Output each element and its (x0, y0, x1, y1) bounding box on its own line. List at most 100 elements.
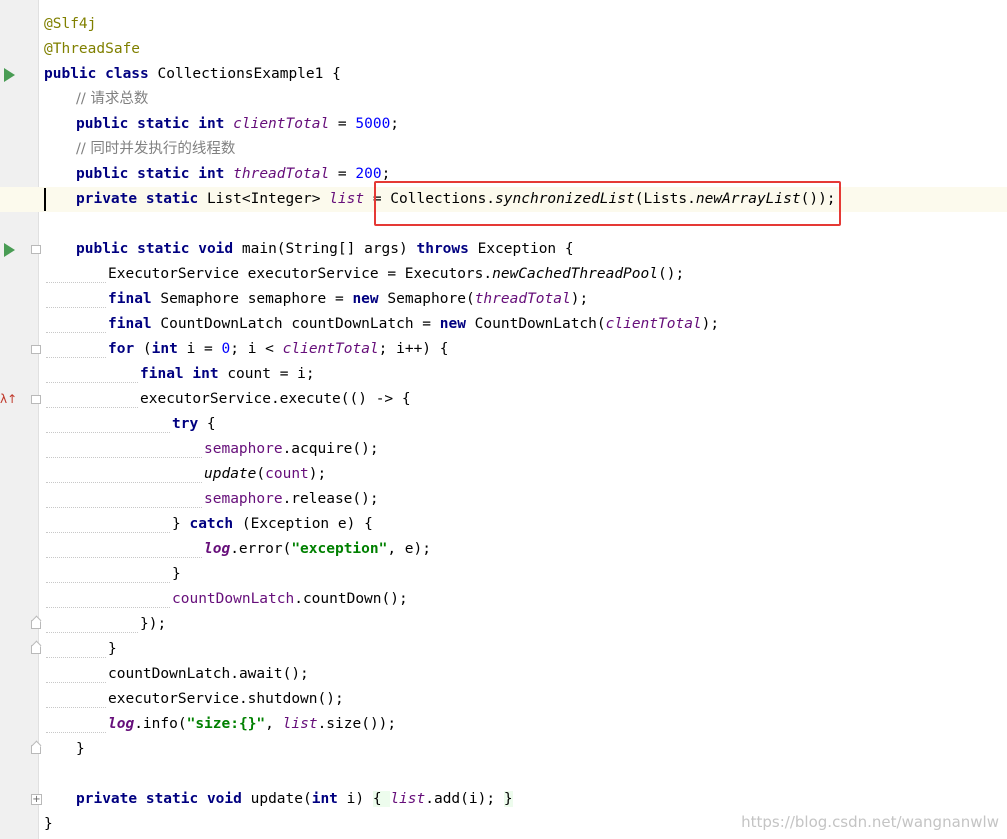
code-token: 0 (221, 341, 231, 357)
code-text: final int count = i; (140, 362, 315, 387)
code-token: // 同时并发执行的线程数 (76, 141, 236, 157)
code-line[interactable]: final Semaphore semaphore = new Semaphor… (0, 287, 1007, 312)
code-line[interactable]: log.info("size:{}", list.size()); (0, 712, 1007, 737)
code-token: private static void (76, 791, 251, 807)
code-text: @Slf4j (44, 12, 96, 37)
code-token: ExecutorService executorService = Execut… (108, 266, 493, 282)
code-line[interactable]: for (int i = 0; i < clientTotal; i++) { (0, 337, 1007, 362)
run-icon[interactable] (4, 243, 15, 257)
code-text: try { (172, 412, 216, 437)
code-text: log.error("exception", e); (204, 537, 431, 562)
code-text: for (int i = 0; i < clientTotal; i++) { (108, 337, 449, 362)
fold-end-icon[interactable] (31, 620, 41, 629)
code-line[interactable]: @Slf4j (0, 12, 1007, 37)
code-token: ); (701, 316, 720, 332)
code-line[interactable]: + private static void update(int i) { lis… (0, 787, 1007, 812)
code-token: final (108, 316, 161, 332)
fold-collapse-icon[interactable] (31, 345, 41, 354)
code-token: final int (140, 366, 228, 382)
code-token: = (329, 166, 356, 182)
run-icon[interactable] (4, 68, 15, 82)
code-token: main(String[] args) (241, 241, 417, 257)
indent-guide (46, 657, 106, 658)
code-token: public static int (76, 166, 234, 182)
code-line[interactable]: } catch (Exception e) { (0, 512, 1007, 537)
code-token: , e); (387, 541, 431, 557)
watermark: https://blog.csdn.net/wangnanwlw (741, 813, 999, 831)
code-line[interactable]: semaphore.acquire(); (0, 437, 1007, 462)
code-text: private static void update(int i) { list… (76, 787, 513, 812)
indent-guide (46, 632, 138, 633)
code-line[interactable]: executorService.shutdown(); (0, 687, 1007, 712)
code-text: } (172, 562, 181, 587)
fold-end-icon[interactable] (31, 645, 41, 654)
code-line[interactable]: update(count); (0, 462, 1007, 487)
code-token: CollectionsExample1 { (157, 66, 341, 82)
code-token: newCachedThreadPool (492, 266, 658, 282)
code-line[interactable]: } (0, 737, 1007, 762)
code-token: { (206, 416, 216, 432)
code-line[interactable]: log.error("exception", e); (0, 537, 1007, 562)
text-caret (44, 188, 46, 211)
code-line[interactable]: @ThreadSafe (0, 37, 1007, 62)
code-line[interactable]: semaphore.release(); (0, 487, 1007, 512)
code-token: } (108, 641, 117, 657)
indent-guide (46, 457, 202, 458)
code-text: } (44, 812, 53, 837)
code-line[interactable]: λ↑ executorService.execute(() -> { (0, 387, 1007, 412)
code-line[interactable] (0, 762, 1007, 787)
code-token: public static int (76, 116, 234, 132)
code-text: executorService.shutdown(); (108, 687, 344, 712)
code-token: threadTotal (474, 291, 571, 307)
code-token: count = i; (227, 366, 315, 382)
code-token: .info( (134, 716, 187, 732)
lambda-override-icon[interactable]: λ↑ (0, 391, 17, 407)
code-token: @ThreadSafe (44, 41, 141, 57)
code-token: log (108, 716, 135, 732)
code-token: clientTotal (233, 116, 330, 132)
fold-collapse-icon[interactable] (31, 245, 41, 254)
code-token: } (172, 566, 181, 582)
code-line[interactable]: countDownLatch.countDown(); (0, 587, 1007, 612)
code-token: i) (346, 791, 373, 807)
code-line[interactable]: public class CollectionsExample1 { (0, 62, 1007, 87)
code-token: public static void (76, 241, 242, 257)
code-token: clientTotal (605, 316, 702, 332)
code-line[interactable]: } (0, 562, 1007, 587)
code-token: countDownLatch.await(); (108, 666, 309, 682)
indent-guide (46, 607, 170, 608)
code-token: list (282, 716, 318, 732)
code-editor[interactable]: @Slf4j @ThreadSafe public class Collection… (0, 12, 1007, 837)
code-token: ; (390, 116, 400, 132)
fold-collapse-icon[interactable] (31, 395, 41, 404)
indent-guide (46, 407, 138, 408)
code-token: int (151, 341, 187, 357)
code-text: public class CollectionsExample1 { (44, 62, 341, 87)
code-line[interactable]: }); (0, 612, 1007, 637)
code-token: { (372, 791, 391, 807)
code-line[interactable]: final int count = i; (0, 362, 1007, 387)
code-line[interactable]: } (0, 637, 1007, 662)
code-token: .acquire(); (282, 441, 379, 457)
code-text: final Semaphore semaphore = new Semaphor… (108, 287, 588, 312)
indent-guide (46, 682, 106, 683)
code-token: i = (186, 341, 222, 357)
code-token: private static (76, 191, 207, 207)
code-token: clientTotal (282, 341, 379, 357)
fold-end-icon[interactable] (31, 745, 41, 754)
code-line[interactable]: try { (0, 412, 1007, 437)
code-token: } (503, 791, 513, 807)
code-line[interactable]: public static int clientTotal = 5000; (0, 112, 1007, 137)
code-token: (); (657, 266, 685, 282)
code-line[interactable]: final CountDownLatch countDownLatch = ne… (0, 312, 1007, 337)
fold-expand-icon[interactable]: + (31, 794, 42, 805)
code-line[interactable]: // 请求总数 (0, 87, 1007, 112)
code-line[interactable]: public static void main(String[] args) t… (0, 237, 1007, 262)
code-line[interactable]: ExecutorService executorService = Execut… (0, 262, 1007, 287)
code-line[interactable]: // 同时并发执行的线程数 (0, 137, 1007, 162)
code-token: } (44, 816, 53, 832)
code-token: count (265, 466, 309, 482)
code-token: throws (416, 241, 478, 257)
code-text: } (108, 637, 117, 662)
code-line[interactable]: countDownLatch.await(); (0, 662, 1007, 687)
